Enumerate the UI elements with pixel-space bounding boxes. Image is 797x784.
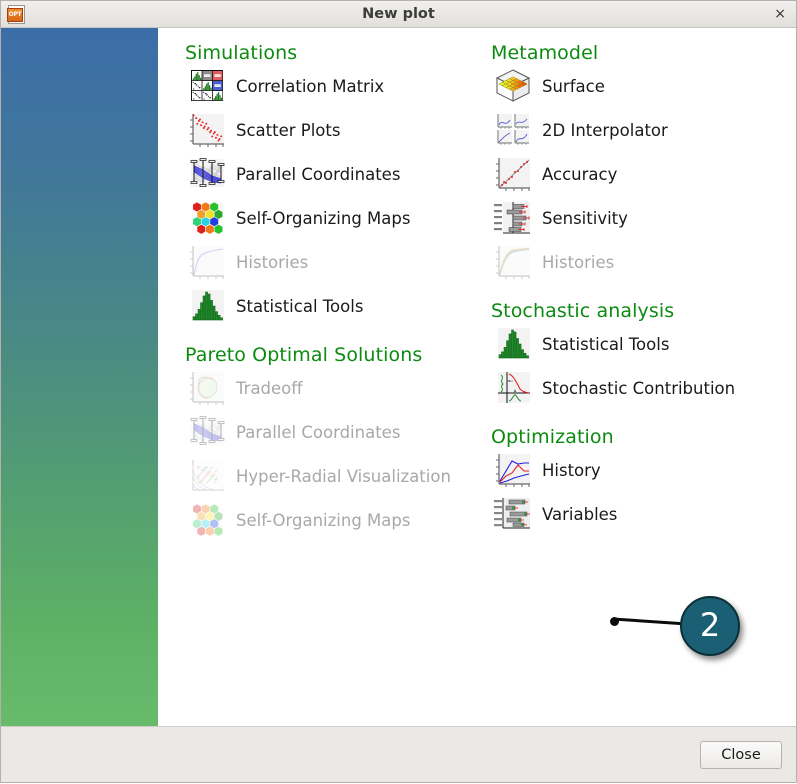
plot-item-label: Sensitivity: [542, 208, 628, 228]
plot-item-tradeoff: Tradeoff: [187, 366, 477, 410]
group-title-metamodel: Metamodel: [491, 42, 599, 64]
plot-item-label: Hyper-Radial Visualization: [236, 466, 451, 486]
self-organizing-maps-icon: [187, 501, 227, 539]
plot-item-label: Parallel Coordinates: [236, 422, 401, 442]
right-column: Metamodel Surface 2D Interpolator Accuracy S…: [477, 36, 796, 726]
app-icon-badge-label: OPT: [7, 8, 23, 22]
plot-item-correlation-matrix[interactable]: Correlation Matrix: [187, 64, 477, 108]
plot-item-label: Stochastic Contribution: [542, 378, 736, 398]
plot-item-2d-interpolator[interactable]: 2D Interpolator: [493, 108, 796, 152]
plot-item-variables[interactable]: Variables: [493, 492, 796, 536]
plot-item-surface[interactable]: Surface: [493, 64, 796, 108]
plot-item-label: Accuracy: [542, 164, 618, 184]
plot-item-self-organizing-maps[interactable]: Self-Organizing Maps: [187, 196, 477, 240]
plot-item-statistical-tools[interactable]: Statistical Tools: [493, 322, 796, 366]
dialog-footer: Close: [1, 726, 796, 782]
close-button[interactable]: Close: [700, 740, 782, 769]
plot-item-hyper-radial-visualization: Hyper-Radial Visualization: [187, 454, 477, 498]
plot-item-histories: Histories: [493, 240, 796, 284]
decorative-gradient-panel: [1, 28, 158, 726]
plot-item-label: Statistical Tools: [236, 296, 364, 316]
close-icon[interactable]: ×: [774, 7, 786, 21]
plot-item-histories: Histories: [187, 240, 477, 284]
plot-item-label: Correlation Matrix: [236, 76, 385, 96]
plot-item-label: Histories: [236, 252, 309, 272]
opt-document-icon: OPT: [7, 5, 25, 24]
plot-item-sensitivity[interactable]: Sensitivity: [493, 196, 796, 240]
plot-item-statistical-tools[interactable]: Statistical Tools: [187, 284, 477, 328]
plot-item-label: Variables: [542, 504, 618, 524]
sensitivity-icon: [493, 199, 533, 237]
hyper-radial-icon: [187, 457, 227, 495]
surface-icon: [493, 67, 533, 105]
plot-item-label: Self-Organizing Maps: [236, 208, 411, 228]
group-title-pareto-optimal-solutions: Pareto Optimal Solutions: [185, 344, 423, 366]
plot-item-label: History: [542, 460, 601, 480]
plot-item-self-organizing-maps: Self-Organizing Maps: [187, 498, 477, 542]
plot-item-label: Scatter Plots: [236, 120, 341, 140]
parallel-coordinates-icon: [187, 155, 227, 193]
plot-item-label: 2D Interpolator: [542, 120, 668, 140]
group-title-optimization: Optimization: [491, 426, 614, 448]
title-bar: OPT New plot ×: [1, 1, 796, 28]
accuracy-icon: [493, 155, 533, 193]
plot-item-label: Histories: [542, 252, 615, 272]
plot-item-label: Tradeoff: [236, 378, 303, 398]
plot-type-columns: Simulations Correlation Matrix Scatter Plo…: [158, 28, 796, 726]
stochastic-contribution-icon: [493, 369, 533, 407]
plot-item-label: Surface: [542, 76, 605, 96]
histories-multi-icon: [493, 243, 533, 281]
left-column: Simulations Correlation Matrix Scatter Plo…: [158, 36, 477, 726]
statistical-tools-icon: [493, 325, 533, 363]
plot-item-stochastic-contribution[interactable]: Stochastic Contribution: [493, 366, 796, 410]
dialog-body: Simulations Correlation Matrix Scatter Plo…: [1, 28, 796, 726]
plot-item-parallel-coordinates: Parallel Coordinates: [187, 410, 477, 454]
plot-item-label: Statistical Tools: [542, 334, 670, 354]
parallel-coordinates-icon: [187, 413, 227, 451]
scatter-plots-icon: [187, 111, 227, 149]
plot-item-parallel-coordinates[interactable]: Parallel Coordinates: [187, 152, 477, 196]
window-title: New plot: [362, 6, 435, 22]
correlation-matrix-icon: [187, 67, 227, 105]
self-organizing-maps-icon: [187, 199, 227, 237]
plot-item-accuracy[interactable]: Accuracy: [493, 152, 796, 196]
plot-item-scatter-plots[interactable]: Scatter Plots: [187, 108, 477, 152]
plot-item-label: Parallel Coordinates: [236, 164, 401, 184]
histories-icon: [187, 243, 227, 281]
group-title-simulations: Simulations: [185, 42, 298, 64]
plot-item-history[interactable]: History: [493, 448, 796, 492]
tradeoff-icon: [187, 369, 227, 407]
history-icon: [493, 451, 533, 489]
interpolator-2d-icon: [493, 111, 533, 149]
group-title-stochastic-analysis: Stochastic analysis: [491, 300, 675, 322]
plot-item-label: Self-Organizing Maps: [236, 510, 411, 530]
new-plot-dialog: OPT New plot × Simulations Correlation Ma…: [0, 0, 797, 783]
variables-icon: [493, 495, 533, 533]
statistical-tools-icon: [187, 287, 227, 325]
